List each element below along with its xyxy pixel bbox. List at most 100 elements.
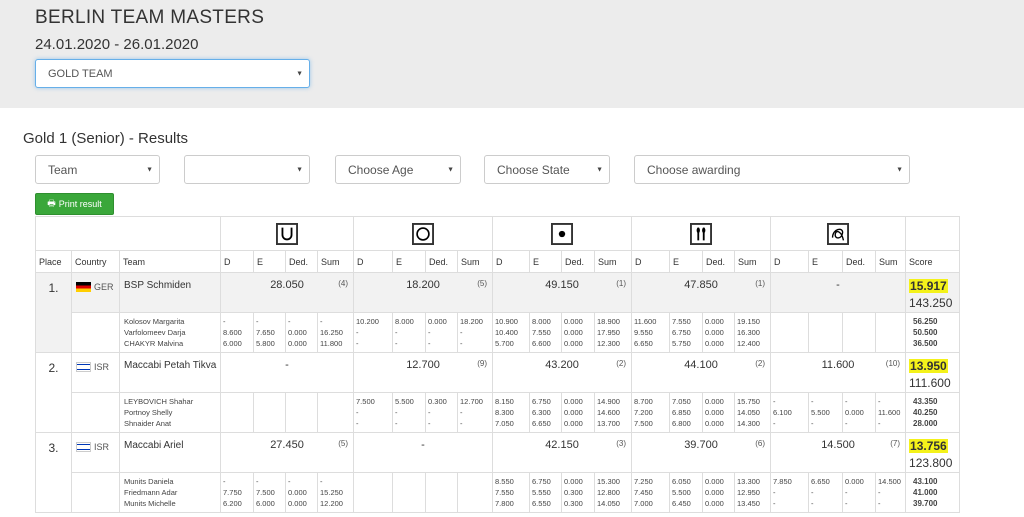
country-code: GER [94,282,114,292]
gymnast-score-cell: -8.600 6.000 [220,312,255,353]
results-title: Gold 1 (Senior) - Results [23,130,189,147]
gymnast-score-cell: 15.750 14.050 14.300 [734,392,772,433]
gymnast-score-cell [842,312,877,353]
gymnast-score-cell: -7.750 6.200 [220,472,255,513]
score-highlight: 13.756 [909,439,948,453]
gymnast-score-cell: 5.500- - [392,392,427,433]
gymnast-score-cell: 0.000 0.000 0.000 [561,392,596,433]
apparatus-total: 49.150 (1) [492,272,633,313]
team-name[interactable]: Maccabi Petah Tikva [118,352,222,393]
score-total: 123.800 [909,456,953,470]
apparatus-rank: (6) [755,439,766,448]
apparatus-rank: (1) [755,279,766,288]
apparatus-total: - [353,432,494,473]
col-d: D [353,250,394,273]
flag-icon [76,362,91,372]
apparatus-total-value: 42.150 [545,439,579,451]
chevron-down-icon: ▼ [447,166,454,173]
state-filter-select[interactable]: Choose State ▼ [484,155,610,184]
gymnast-score-cell: 6.750 5.550 6.550 [529,472,563,513]
apparatus-total-value: - [421,439,425,451]
gymnast-score-cell [253,392,287,433]
apparatus-total: 18.200 (5) [353,272,494,313]
apparatus-total: 42.150 (3) [492,432,633,473]
age-filter-select[interactable]: Choose Age ▼ [335,155,461,184]
gymnast-names: LEYBOVICH Shahar Portnoy Shelly Shnaider A… [118,392,222,433]
event-dates: 24.01.2020 - 26.01.2020 [35,36,199,53]
apparatus-total: 28.050 (4) [220,272,355,313]
score-cell: 13.950 111.600 [905,352,961,393]
gymnast-score-cell: 18.200- - [457,312,494,353]
gymnast-score-cell: -15.250 12.200 [317,472,355,513]
hoop-icon[interactable] [276,222,299,245]
col-sum: Sum [457,250,494,273]
gymnast-row: Kolosov Margarita Varfolomeev Darja CHAKYR… [36,312,961,353]
gymnast-score-cell: 6.650- - [808,472,844,513]
table-row: 1. GER BSP Schmiden 28.050 (4) 18.200 (5) 49.15… [35,272,961,353]
gymnast-score-cell: -11.600- [875,392,907,433]
table-row: 3. ISR Maccabi Ariel 27.450 (5) - 42.150 (3) 39.… [35,432,961,513]
team-category-value: GOLD TEAM [48,67,113,80]
print-result-button[interactable]: 🖶 Print result [35,193,114,215]
gymnast-score-cell: -7.650 5.800 [253,312,287,353]
gymnast-score-cell: -6.100- [770,392,810,433]
team-name[interactable]: BSP Schmiden [118,272,222,313]
apparatus-total: - [220,352,355,393]
apparatus-total: 14.500 (7) [770,432,907,473]
apparatus-total-value: 47.850 [684,279,718,291]
place: 2. [35,352,72,433]
gymnast-score-cell: 0.000 0.300 0.300 [561,472,596,513]
ribbon-icon[interactable] [690,222,713,245]
score-cell: 13.756 123.800 [905,432,961,473]
gymnast-names: Kolosov Margarita Varfolomeev Darja CHAKYR… [118,312,222,353]
gymnast-score-cell: 0.000 0.000 0.000 [702,312,736,353]
clubs-icon[interactable] [551,222,574,245]
gymnast-names: Munits Daniela Friedmann Adar Munits Miche… [118,472,222,513]
apparatus-total-value: 49.150 [545,279,579,291]
blank-filter-select[interactable]: ▼ [184,155,310,184]
gymnast-score-cell: -0.000- [842,392,877,433]
gymnast-score-cell: 8.000 7.550 6.600 [529,312,563,353]
gymnast-score-cell: 7.050 6.850 6.800 [669,392,704,433]
apparatus-rank: (10) [885,359,901,368]
gymnast-score-cell: 8.000- - [392,312,427,353]
apparatus-total-value: 14.500 [821,439,855,451]
apparatus-total-value: - [836,279,840,291]
chevron-down-icon: ▼ [596,166,603,173]
print-result-label: Print result [58,199,102,209]
col-d: D [220,250,255,273]
team-category-select[interactable]: GOLD TEAM ▼ [35,59,310,88]
gymnast-score-cell: 7.850- - [770,472,810,513]
gymnast-score-cell: 7.250 7.450 7.000 [631,472,671,513]
team-name[interactable]: Maccabi Ariel [118,432,222,473]
apparatus-total-value: 43.200 [545,359,579,371]
gymnast-score-cell: 0.000 0.000 0.000 [702,472,736,513]
col-ded: Ded. [285,250,319,273]
gymnast-row: Munits Daniela Friedmann Adar Munits Miche… [36,472,961,513]
awarding-filter-select[interactable]: Choose awarding ▼ [634,155,910,184]
apparatus-total: 27.450 (5) [220,432,355,473]
results-table: Place Country Team D E Ded. Sum D E Ded. Sum D… [34,216,961,513]
place: 1. [35,272,72,353]
col-score: Score [905,250,961,273]
gymnast-score-cell: -0.000 0.000 [285,312,319,353]
score-highlight: 15.917 [909,279,948,293]
col-e: E [253,250,287,273]
team-filter-select[interactable]: Team ▼ [35,155,160,184]
printer-icon: 🖶 [47,198,56,208]
gymnast-score-cell [425,472,459,513]
apparatus-total: 43.200 (2) [492,352,633,393]
apparatus-total-value: 28.050 [270,279,304,291]
col-ded: Ded. [425,250,459,273]
col-e: E [808,250,844,273]
rope-icon[interactable] [827,222,850,245]
col-sum: Sum [734,250,772,273]
gymnast-scores: 43.350 40.250 28.000 [905,392,961,433]
ball-icon[interactable] [412,222,435,245]
col-team: Team [118,250,222,273]
score-total: 143.250 [909,296,953,310]
col-place: Place [35,250,72,273]
gymnast-score-cell: 0.000 0.000 0.000 [702,392,736,433]
col-d: D [770,250,810,273]
gymnast-score-cell: -0.000 0.000 [285,472,319,513]
